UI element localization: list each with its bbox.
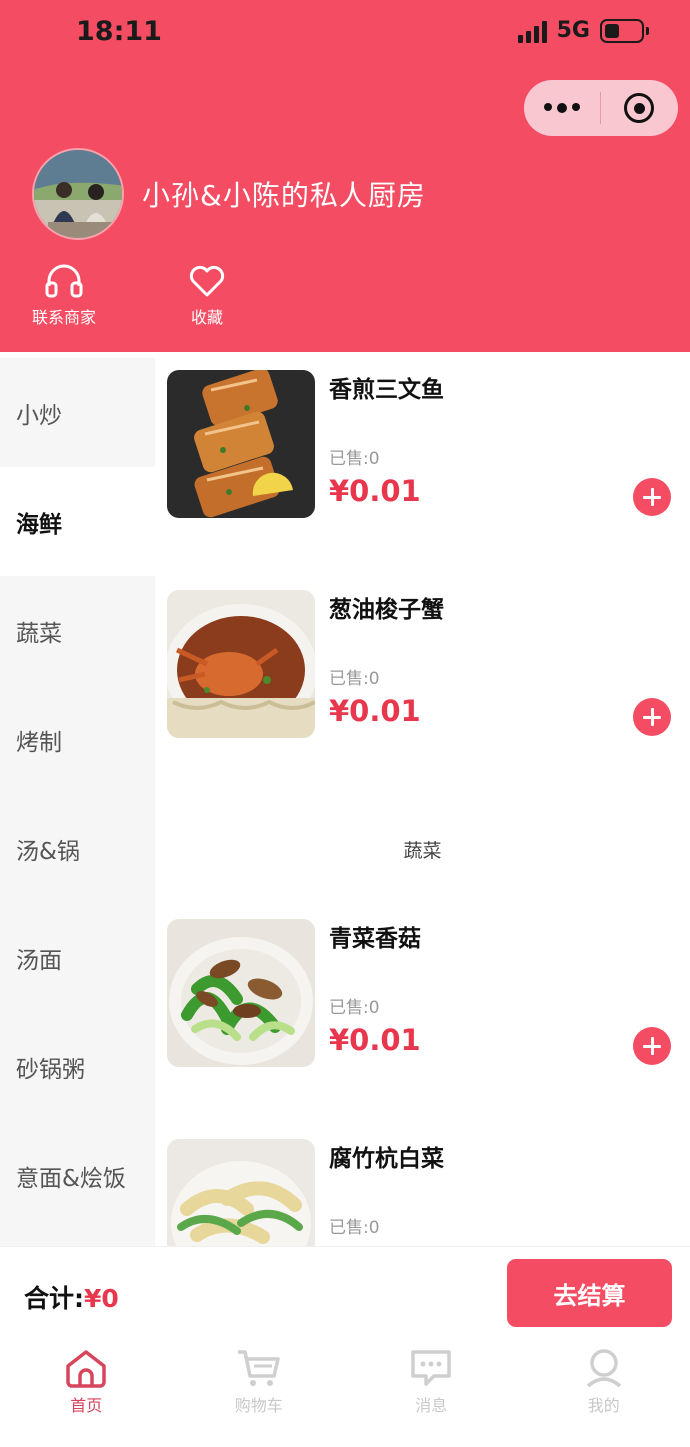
category-item[interactable]: 汤面 [0,903,155,1012]
category-sidebar: 小炒 海鲜 蔬菜 烤制 汤&锅 汤面 砂锅粥 意面&烩饭 [0,358,155,1248]
dish-card[interactable]: 腐竹杭白菜 已售:0 [167,1139,677,1246]
contact-merchant-button[interactable]: 联系商家 [32,264,96,328]
cart-bar: 合计:¥0 去结算 [0,1246,690,1338]
category-item-active[interactable]: 海鲜 [0,467,155,576]
favorite-label: 收藏 [190,308,223,327]
shop-header: 18:11 5G 小孙&小陈的私人厨房 联系商家 收藏 [0,0,690,352]
shop-name: 小孙&小陈的私人厨房 [142,179,426,212]
tab-profile[interactable]: 我的 [518,1338,690,1447]
add-to-cart-button[interactable] [633,478,671,516]
dish-sold-count: 已售:0 [329,449,380,469]
message-icon [411,1350,451,1386]
category-item[interactable]: 汤&锅 [0,794,155,903]
dish-card[interactable]: 青菜香菇 已售:0 ¥0.01 [167,919,677,1069]
cart-total-label: 合计: [24,1284,84,1313]
category-item[interactable]: 烤制 [0,685,155,794]
dish-photo [167,919,315,1067]
add-to-cart-button[interactable] [633,1027,671,1065]
more-dots-icon[interactable] [524,103,600,113]
shop-avatar [32,148,124,240]
miniprogram-capsule [524,80,678,136]
status-indicators: 5G [517,18,649,43]
battery-icon [600,18,649,43]
dish-name: 腐竹杭白菜 [329,1146,444,1172]
dish-sold-count: 已售:0 [329,1218,380,1238]
checkout-button[interactable]: 去结算 [507,1259,672,1327]
category-item[interactable]: 砂锅粥 [0,1012,155,1121]
dish-sold-count: 已售:0 [329,669,380,689]
dish-name: 青菜香菇 [329,926,421,952]
dish-sold-count: 已售:0 [329,998,380,1018]
tab-home-label: 首页 [70,1396,103,1415]
category-item[interactable]: 蔬菜 [0,576,155,685]
tab-messages-label: 消息 [415,1396,448,1415]
tab-cart[interactable]: 购物车 [173,1338,346,1447]
bottom-tab-bar: 首页 购物车 消息 我的 [0,1338,690,1447]
target-icon[interactable] [601,93,677,123]
heart-icon [189,265,225,297]
category-item[interactable]: 小炒 [0,358,155,467]
user-icon [586,1349,621,1388]
favorite-button[interactable]: 收藏 [188,264,226,328]
dish-name: 香煎三文鱼 [329,377,444,403]
dish-price: ¥0.01 [329,474,421,508]
network-type: 5G [556,18,590,43]
headset-icon [45,264,83,298]
contact-merchant-label: 联系商家 [32,308,97,327]
add-to-cart-button[interactable] [633,698,671,736]
dish-photo [167,590,315,738]
home-icon [66,1350,106,1388]
category-item[interactable]: 意面&烩饭 [0,1121,155,1230]
dish-card[interactable]: 葱油梭子蟹 已售:0 ¥0.01 [167,590,677,740]
tab-profile-label: 我的 [587,1396,620,1415]
dish-name: 葱油梭子蟹 [329,597,444,623]
dish-price: ¥0.01 [329,694,421,728]
tab-home[interactable]: 首页 [0,1338,173,1447]
cart-total-value: ¥0 [84,1284,119,1313]
dish-photo [167,1139,315,1246]
dish-photo [167,370,315,518]
section-header: 蔬菜 [403,840,442,862]
dish-card[interactable]: 香煎三文鱼 已售:0 ¥0.01 [167,370,677,520]
signal-icon [517,19,547,43]
cart-icon [237,1350,280,1386]
dish-price: ¥0.01 [329,1023,421,1057]
tab-messages[interactable]: 消息 [345,1338,518,1447]
status-time: 18:11 [76,16,162,47]
cart-total: 合计:¥0 [24,1279,119,1315]
tab-cart-label: 购物车 [234,1396,283,1415]
